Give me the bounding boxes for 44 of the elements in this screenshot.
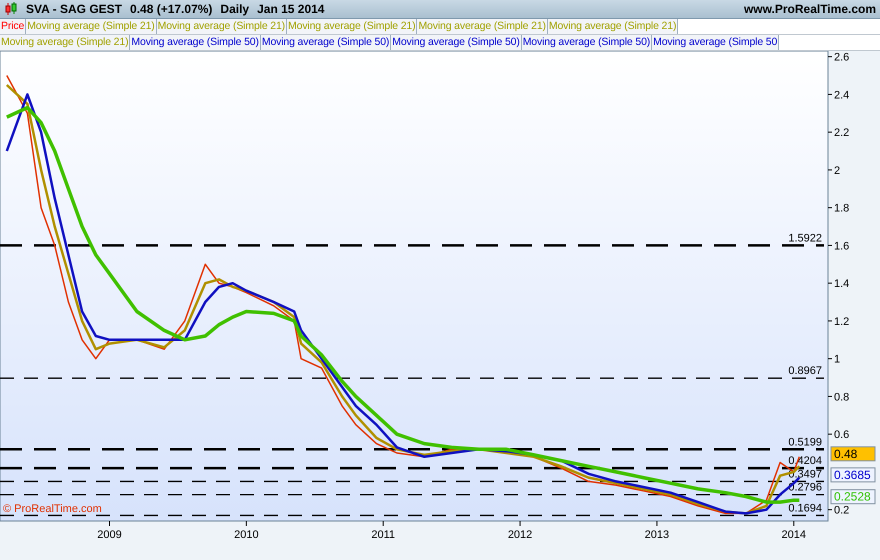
axis-label: 2009 — [97, 529, 122, 541]
candlestick-icon — [4, 2, 18, 16]
axis-label: 2.4 — [834, 89, 850, 102]
level-label: 0.1694 — [788, 502, 822, 514]
period-label: Daily — [220, 2, 250, 16]
axis-label: 2011 — [371, 529, 396, 541]
credit-text: © ProRealTime.com — [3, 503, 102, 515]
level-label: 1.5922 — [788, 232, 822, 244]
axis-label: 1.4 — [834, 278, 850, 290]
axis-label: 2012 — [508, 529, 532, 541]
legend-item: Moving average (Simple 21) — [548, 19, 678, 34]
axis-label: 1.6 — [834, 240, 850, 252]
legend-item: Moving average (Simple 50) — [391, 35, 522, 50]
legend-item: Moving average (Simple 21) — [156, 19, 288, 34]
level-label: 0.5199 — [788, 436, 822, 448]
axis-label: 0.2 — [834, 504, 850, 517]
legend-item: Moving average (Simple 50) — [522, 35, 652, 50]
axis-label: 2.6 — [834, 52, 850, 64]
date-label: Jan 15 2014 — [257, 2, 324, 16]
legend-item: Moving average (Simple 50) — [260, 35, 392, 50]
symbol-name: SVA - SAG GEST — [26, 2, 122, 16]
level-label: 0.8967 — [788, 365, 822, 378]
legend-item: Moving average (Simple 50) — [130, 35, 261, 50]
axis-label: 1.8 — [834, 202, 850, 215]
legend-item: Moving average (Simple 21) — [417, 19, 548, 34]
axis-label: 2010 — [234, 529, 259, 541]
axis-label: 2013 — [644, 529, 670, 541]
axis-label: 2.2 — [834, 127, 850, 140]
legend-item: Moving average (Simple 21) — [0, 35, 130, 50]
quote-value: 0.48 (+17.07%) — [130, 2, 212, 16]
axis-label: 2014 — [782, 529, 806, 541]
axis-label: 1.2 — [834, 316, 850, 328]
site-url: www.ProRealTime.com — [744, 2, 876, 16]
legend-item: Moving average (Simple 50 — [652, 35, 780, 50]
value-badge: 0.2528 — [830, 489, 876, 504]
axis-label: 1 — [834, 354, 840, 366]
axis-label: 0.8 — [834, 391, 850, 404]
axis-label: 0.6 — [834, 429, 850, 442]
legend-item: Price — [0, 19, 26, 34]
legend-item: Moving average (Simple 21) — [287, 19, 418, 34]
legend-item: Moving average (Simple 21) — [26, 19, 157, 34]
value-badge: 0.3685 — [830, 467, 876, 482]
axis-label: 2 — [834, 164, 840, 177]
value-badge: 0.48 — [830, 446, 876, 462]
